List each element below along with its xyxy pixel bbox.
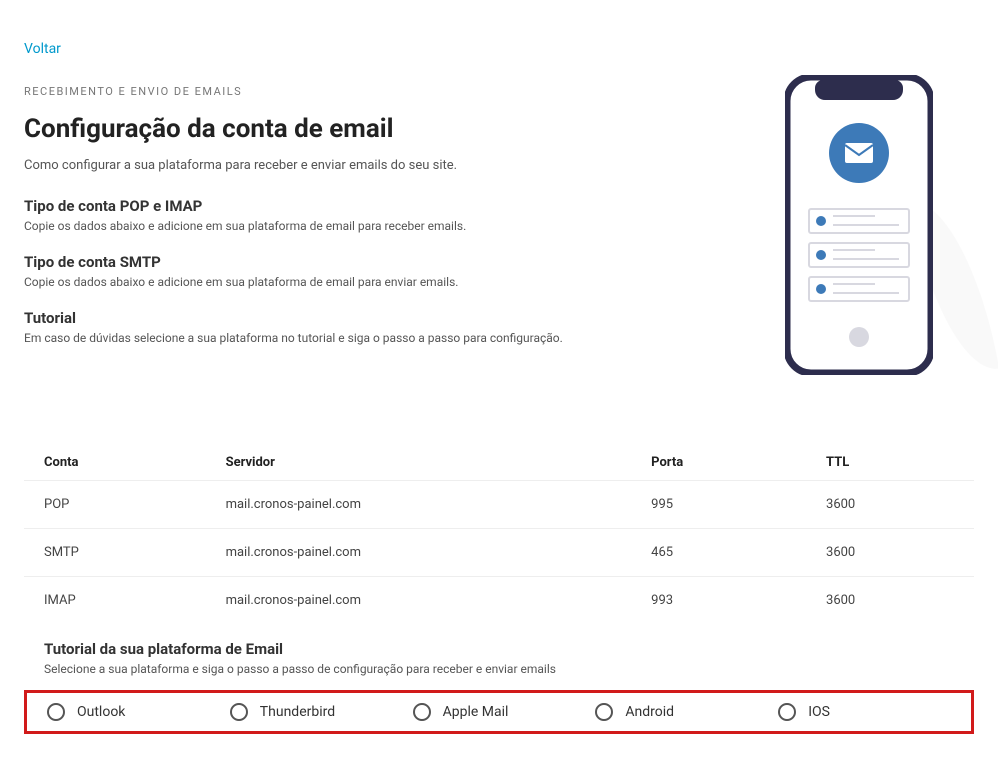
radio-icon: [595, 703, 613, 721]
th-ttl: TTL: [806, 445, 974, 481]
tutorial-block-desc: Em caso de dúvidas selecione a sua plata…: [24, 331, 624, 345]
radio-icon: [413, 703, 431, 721]
cell-porta: 995: [631, 481, 806, 529]
page-subtitle: Como configurar a sua plataforma para re…: [24, 158, 624, 173]
radio-thunderbird[interactable]: Thunderbird: [230, 703, 403, 721]
smtp-title: Tipo de conta SMTP: [24, 253, 624, 271]
pop-imap-title: Tipo de conta POP e IMAP: [24, 197, 624, 215]
cell-conta: IMAP: [24, 577, 206, 625]
tutorial-title: Tutorial da sua plataforma de Email: [44, 640, 974, 658]
table-row: SMTP mail.cronos-painel.com 465 3600: [24, 529, 974, 577]
radio-outlook[interactable]: Outlook: [47, 703, 220, 721]
cell-ttl: 3600: [806, 481, 974, 529]
page-title: Configuração da conta de email: [24, 114, 624, 144]
cell-ttl: 3600: [806, 577, 974, 625]
header-block: RECEBIMENTO E ENVIO DE EMAILS Configuraç…: [24, 85, 624, 365]
radio-android[interactable]: Android: [595, 703, 768, 721]
radio-label: Thunderbird: [260, 704, 335, 720]
radio-label: Outlook: [77, 704, 125, 720]
radio-label: Apple Mail: [443, 704, 509, 720]
table-row: IMAP mail.cronos-painel.com 993 3600: [24, 577, 974, 625]
accounts-table: Conta Servidor Porta TTL POP mail.cronos…: [24, 445, 974, 624]
platform-radio-group: Outlook Thunderbird Apple Mail Android I…: [24, 690, 974, 734]
cell-servidor: mail.cronos-painel.com: [206, 577, 632, 625]
radio-icon: [778, 703, 796, 721]
cell-conta: POP: [24, 481, 206, 529]
cell-porta: 465: [631, 529, 806, 577]
radio-label: IOS: [808, 704, 830, 720]
th-servidor: Servidor: [206, 445, 632, 481]
cell-servidor: mail.cronos-painel.com: [206, 529, 632, 577]
table-row: POP mail.cronos-painel.com 995 3600: [24, 481, 974, 529]
radio-icon: [230, 703, 248, 721]
radio-icon: [47, 703, 65, 721]
cell-porta: 993: [631, 577, 806, 625]
th-conta: Conta: [24, 445, 206, 481]
cell-servidor: mail.cronos-painel.com: [206, 481, 632, 529]
tutorial-block-title: Tutorial: [24, 309, 624, 327]
radio-apple-mail[interactable]: Apple Mail: [413, 703, 586, 721]
smtp-desc: Copie os dados abaixo e adicione em sua …: [24, 275, 624, 289]
radio-label: Android: [625, 704, 674, 720]
radio-ios[interactable]: IOS: [778, 703, 951, 721]
th-porta: Porta: [631, 445, 806, 481]
back-link[interactable]: Voltar: [24, 41, 61, 57]
cell-conta: SMTP: [24, 529, 206, 577]
tutorial-subtitle: Selecione a sua plataforma e siga o pass…: [44, 662, 974, 676]
phone-illustration: [754, 75, 964, 375]
section-label: RECEBIMENTO E ENVIO DE EMAILS: [24, 85, 624, 98]
pop-imap-desc: Copie os dados abaixo e adicione em sua …: [24, 219, 624, 233]
cell-ttl: 3600: [806, 529, 974, 577]
